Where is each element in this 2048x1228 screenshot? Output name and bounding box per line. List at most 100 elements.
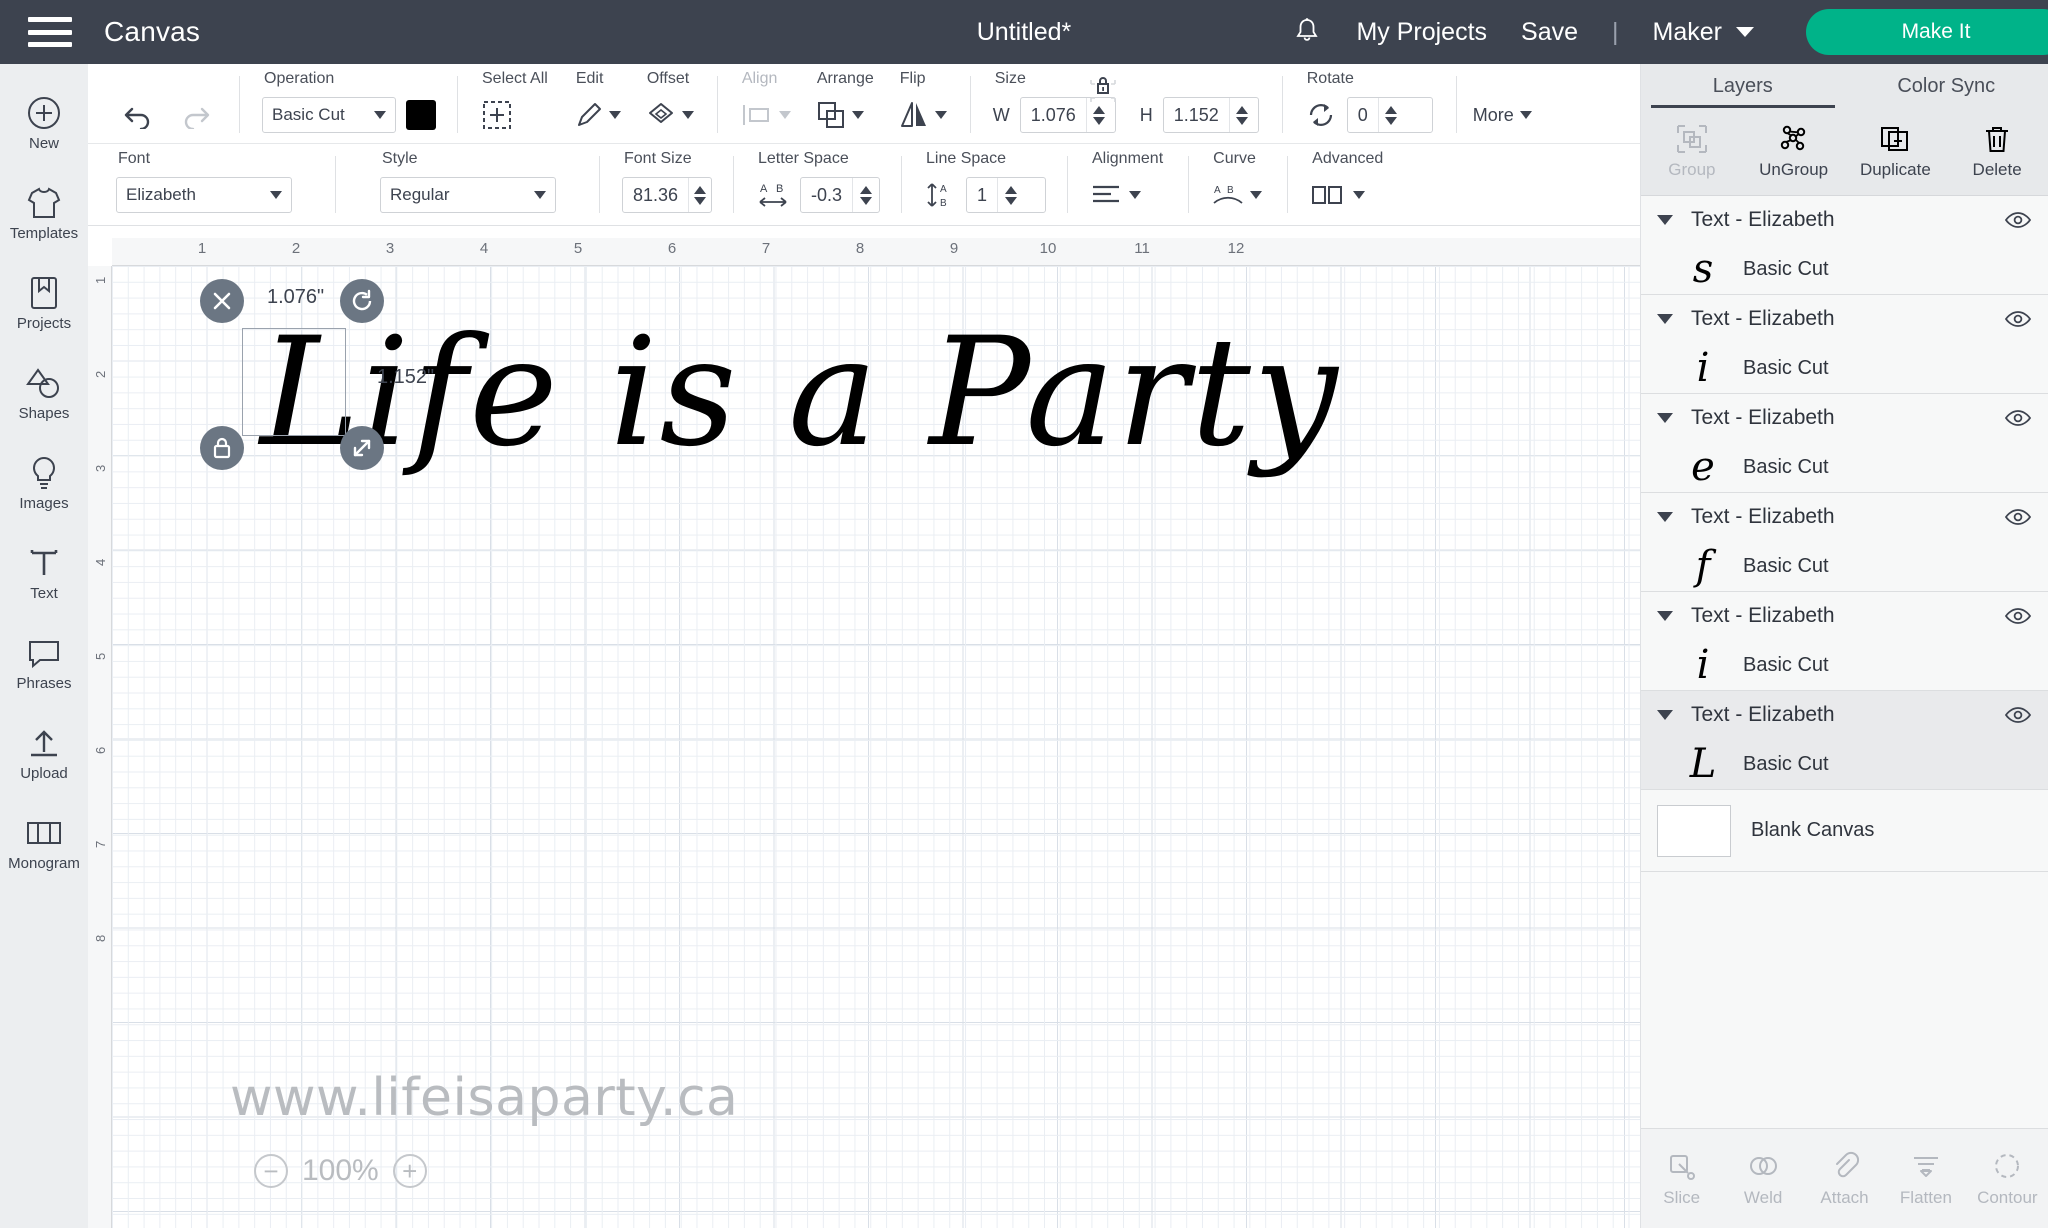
layer-header[interactable]: Text - Elizabeth	[1641, 394, 2048, 442]
select-all-icon[interactable]	[480, 99, 514, 131]
font-select[interactable]: Elizabeth	[116, 177, 292, 213]
width-stepper[interactable]	[1085, 98, 1112, 132]
layer-header[interactable]: Text - Elizabeth	[1641, 592, 2048, 640]
my-projects-link[interactable]: My Projects	[1356, 18, 1487, 47]
layer-header[interactable]: Text - Elizabeth	[1641, 493, 2048, 541]
lock-handle[interactable]	[200, 426, 244, 470]
design-canvas[interactable]: 1 2 3 4 5 6 7 8 9 10 11 12 1 2 3 4 5 6 7…	[88, 238, 1640, 1228]
sidebar-item-new[interactable]: New	[0, 78, 88, 168]
make-it-button[interactable]: Make It	[1806, 9, 2048, 55]
line-space-stepper[interactable]	[997, 178, 1023, 212]
attach-button[interactable]: Attach	[1804, 1150, 1885, 1208]
letter-space-input[interactable]: -0.3	[800, 177, 880, 213]
redo-icon[interactable]	[180, 101, 216, 129]
font-size-stepper[interactable]	[688, 178, 711, 212]
rotate-input[interactable]: 0	[1346, 97, 1433, 133]
chevron-down-icon[interactable]	[1657, 215, 1673, 225]
layer-group[interactable]: Text - Elizabeth e Basic Cut	[1641, 394, 2048, 493]
canvas-grid[interactable]: Life is a Party 1.076" 1.152" www.lifeis…	[112, 266, 1640, 1228]
layer-row[interactable]: f Basic Cut	[1641, 541, 2048, 591]
width-input[interactable]: 1.076	[1019, 97, 1116, 133]
aspect-lock-icon[interactable]	[1089, 72, 1117, 102]
tab-color-sync[interactable]: Color Sync	[1845, 64, 2048, 108]
operation-color-swatch[interactable]	[406, 100, 436, 130]
height-stepper[interactable]	[1228, 98, 1255, 132]
operation-select[interactable]: Basic Cut	[262, 97, 396, 133]
layer-group[interactable]: Text - Elizabeth s Basic Cut	[1641, 196, 2048, 295]
sidebar-item-upload[interactable]: Upload	[0, 708, 88, 798]
undo-icon[interactable]	[118, 101, 154, 129]
letter-space-stepper[interactable]	[852, 178, 878, 212]
layer-group[interactable]: Text - Elizabeth i Basic Cut	[1641, 592, 2048, 691]
layer-group[interactable]: Text - Elizabeth i Basic Cut	[1641, 295, 2048, 394]
layer-group[interactable]: Text - Elizabeth L Basic Cut	[1641, 691, 2048, 790]
slice-button[interactable]: Slice	[1641, 1150, 1722, 1208]
chevron-down-icon[interactable]	[1657, 512, 1673, 522]
chevron-down-icon[interactable]	[1657, 611, 1673, 621]
font-size-input[interactable]: 81.36	[622, 177, 712, 213]
rotate-handle[interactable]	[340, 279, 384, 323]
layer-group[interactable]: Text - Elizabeth f Basic Cut	[1641, 493, 2048, 592]
delete-button[interactable]: Delete	[1946, 123, 2048, 180]
align-button[interactable]	[740, 101, 791, 129]
notification-bell-icon[interactable]	[1294, 17, 1320, 47]
group-button[interactable]: Group	[1641, 123, 1743, 180]
alignment-button[interactable]	[1090, 182, 1141, 208]
chevron-down-icon[interactable]	[1657, 710, 1673, 720]
ungroup-button[interactable]: UnGroup	[1743, 123, 1845, 180]
rotate-icon[interactable]	[1305, 100, 1337, 130]
advanced-button[interactable]	[1310, 182, 1366, 208]
sidebar-item-projects[interactable]: Projects	[0, 258, 88, 348]
chevron-down-icon[interactable]	[1657, 314, 1673, 324]
layer-row[interactable]: i Basic Cut	[1641, 343, 2048, 393]
hamburger-menu-icon[interactable]	[28, 17, 72, 47]
sidebar-item-monogram[interactable]: Monogram	[0, 798, 88, 888]
arrange-button[interactable]	[815, 100, 864, 130]
edit-button[interactable]	[574, 100, 621, 130]
blank-canvas-row[interactable]: Blank Canvas	[1641, 790, 2048, 872]
machine-selector[interactable]: Maker	[1653, 18, 1754, 47]
delete-handle[interactable]	[200, 279, 244, 323]
save-button[interactable]: Save	[1521, 18, 1578, 47]
layer-row[interactable]: L Basic Cut	[1641, 739, 2048, 789]
layer-list[interactable]: Text - Elizabeth s Basic Cut Text - Eliz…	[1641, 196, 2048, 1128]
layer-header[interactable]: Text - Elizabeth	[1641, 691, 2048, 739]
slice-icon	[1669, 1154, 1695, 1180]
layer-row[interactable]: e Basic Cut	[1641, 442, 2048, 492]
curve-group: Curve AB	[1189, 150, 1289, 215]
sidebar-item-phrases[interactable]: Phrases	[0, 618, 88, 708]
resize-handle[interactable]	[340, 426, 384, 470]
sidebar-item-images[interactable]: Images	[0, 438, 88, 528]
layer-row[interactable]: i Basic Cut	[1641, 640, 2048, 690]
visibility-eye-icon[interactable]	[2004, 408, 2032, 428]
artwork-text[interactable]: Life is a Party	[260, 306, 1340, 480]
visibility-eye-icon[interactable]	[2004, 210, 2032, 230]
sidebar-item-shapes[interactable]: Shapes	[0, 348, 88, 438]
contour-button[interactable]: Contour	[1967, 1150, 2048, 1208]
tab-layers[interactable]: Layers	[1641, 64, 1845, 108]
layer-header[interactable]: Text - Elizabeth	[1641, 295, 2048, 343]
visibility-eye-icon[interactable]	[2004, 507, 2032, 527]
chevron-down-icon[interactable]	[1657, 413, 1673, 423]
flatten-button[interactable]: Flatten	[1885, 1150, 1966, 1208]
visibility-eye-icon[interactable]	[2004, 606, 2032, 626]
minus-circle-icon[interactable]: −	[254, 1154, 288, 1188]
flip-button[interactable]	[898, 100, 947, 130]
more-button[interactable]: More	[1473, 105, 1532, 126]
weld-button[interactable]: Weld	[1722, 1150, 1803, 1208]
blank-canvas-swatch[interactable]	[1657, 804, 1731, 857]
duplicate-button[interactable]: Duplicate	[1845, 123, 1947, 180]
layer-row[interactable]: s Basic Cut	[1641, 244, 2048, 294]
line-space-input[interactable]: 1	[966, 177, 1046, 213]
visibility-eye-icon[interactable]	[2004, 705, 2032, 725]
plus-circle-icon[interactable]: +	[392, 1154, 427, 1188]
layer-header[interactable]: Text - Elizabeth	[1641, 196, 2048, 244]
sidebar-item-text[interactable]: Text	[0, 528, 88, 618]
height-input[interactable]: 1.152	[1162, 97, 1259, 133]
offset-button[interactable]	[645, 100, 694, 130]
style-select[interactable]: Regular	[380, 177, 556, 213]
visibility-eye-icon[interactable]	[2004, 309, 2032, 329]
rotate-stepper[interactable]	[1377, 98, 1404, 132]
curve-button[interactable]: AB	[1211, 181, 1263, 209]
sidebar-item-templates[interactable]: Templates	[0, 168, 88, 258]
